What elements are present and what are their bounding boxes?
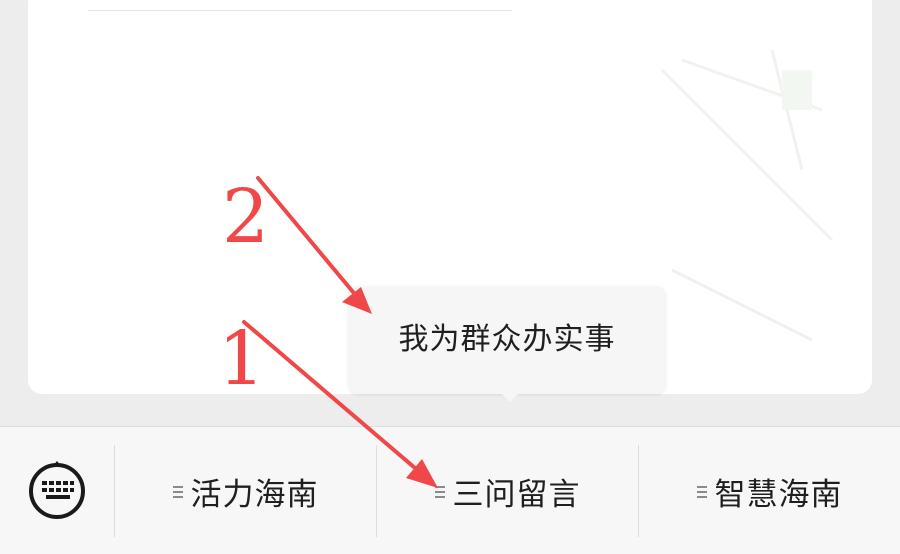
chat-screen: 我为群众办实事 活力海南 三问留言 智慧海南 2 1 bbox=[0, 0, 900, 554]
annotation-step-2: 2 bbox=[222, 174, 270, 260]
submenu-lines-icon bbox=[434, 486, 445, 500]
bottom-menu-bar: 活力海南 三问留言 智慧海南 bbox=[0, 426, 900, 554]
submenu-lines-icon bbox=[172, 486, 183, 500]
menu-item-label: 智慧海南 bbox=[714, 476, 843, 513]
menu-item-label: 活力海南 bbox=[190, 476, 319, 513]
menu-item-label: 三问留言 bbox=[452, 476, 581, 513]
menu-item-smart-hainan[interactable]: 智慧海南 bbox=[639, 427, 900, 554]
card-divider bbox=[88, 10, 512, 11]
submenu-item-serve-the-people[interactable]: 我为群众办实事 bbox=[348, 286, 666, 394]
faded-background-graphic bbox=[652, 50, 842, 350]
keyboard-toggle-button[interactable] bbox=[0, 427, 114, 554]
menu-item-three-questions-message[interactable]: 三问留言 bbox=[377, 427, 638, 554]
annotation-step-1: 1 bbox=[218, 316, 266, 402]
popup-pointer bbox=[500, 392, 520, 402]
submenu-popup: 我为群众办实事 bbox=[348, 286, 666, 394]
menu-item-vitality-hainan[interactable]: 活力海南 bbox=[115, 427, 376, 554]
submenu-lines-icon bbox=[696, 486, 707, 500]
keyboard-icon bbox=[29, 461, 85, 519]
